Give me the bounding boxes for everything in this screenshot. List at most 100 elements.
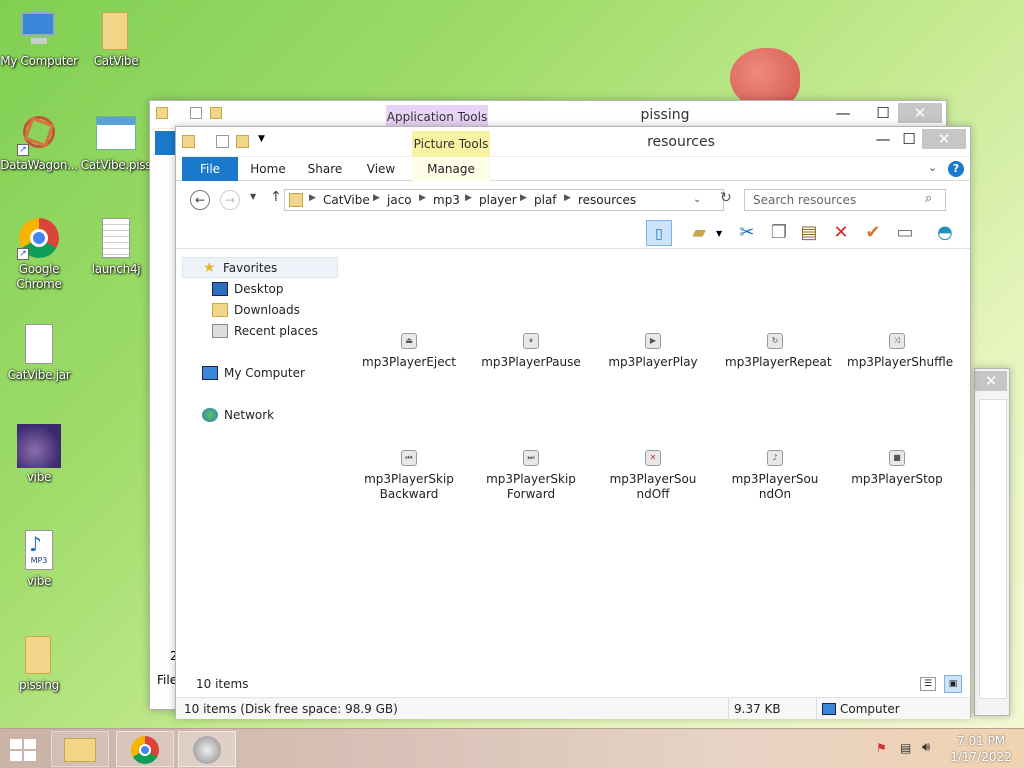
back-window-title: pissing — [640, 107, 690, 123]
file-item[interactable]: ⏸ mp3PlayerPause — [481, 333, 581, 370]
back-arrow-icon[interactable]: ← — [190, 190, 210, 210]
clock[interactable]: 7:01 PM 1/17/2022 — [946, 733, 1016, 765]
start-button[interactable] — [10, 739, 38, 761]
star-icon: ★ — [203, 260, 216, 276]
desktop-icon-vibe-mp3[interactable]: ♪ MP3 vibe — [0, 528, 78, 589]
nav-recent-places[interactable]: Recent places — [182, 321, 338, 342]
refresh-icon[interactable]: ↻ — [720, 190, 732, 206]
maximize-button[interactable]: ☐ — [892, 129, 926, 149]
desktop-icon-catvibe[interactable]: CatVibe — [77, 8, 155, 69]
breadcrumb-mp3[interactable]: mp3 — [433, 193, 460, 207]
desktop-icon-catvibe-jar[interactable]: CatVibe.jar — [0, 322, 78, 383]
search-input[interactable]: Search resources ⌕ — [744, 189, 946, 211]
nav-favorites[interactable]: ★ Favorites — [182, 257, 338, 278]
search-icon[interactable]: ⌕ — [925, 191, 932, 206]
my-computer-icon — [17, 8, 61, 52]
file-item[interactable]: ⏏ mp3PlayerEject — [359, 333, 459, 370]
stop-icon: ■ — [889, 450, 905, 466]
details-view-icon[interactable]: ☰ — [920, 677, 936, 691]
folder-options-icon[interactable]: ▰ — [686, 220, 712, 246]
network-tray-icon[interactable]: ▤ — [900, 741, 914, 755]
back-window-titlebar[interactable]: Application Tools pissing — ☐ ✕ — [150, 101, 946, 129]
tab-manage[interactable]: Manage — [412, 157, 490, 181]
item-count: 10 items — [196, 677, 249, 691]
breadcrumb-resources[interactable]: resources — [578, 193, 636, 207]
help-icon[interactable]: ? — [948, 161, 964, 177]
paste-icon[interactable]: ▤ — [796, 220, 822, 246]
tab-home[interactable]: Home — [242, 157, 294, 181]
breadcrumb-catvibe[interactable]: CatVibe — [323, 193, 370, 207]
desktop-icon-datawagon[interactable]: ↗ DataWagon... — [0, 109, 78, 173]
desktop-icon-catvibe-piss[interactable]: CatVibe.piss — [77, 112, 155, 173]
navigation-pane: ★ Favorites Desktop Downloads Recent pla… — [182, 257, 342, 657]
network-icon — [202, 408, 218, 422]
close-button[interactable]: ✕ — [975, 371, 1007, 391]
address-dropdown-icon[interactable]: ⌄ — [693, 194, 701, 205]
expand-ribbon-icon[interactable]: ⌄ — [928, 161, 937, 174]
nav-my-computer[interactable]: My Computer — [182, 363, 338, 384]
repeat-icon: ↻ — [767, 333, 783, 349]
forward-arrow-icon[interactable]: → — [220, 190, 240, 210]
copy-icon[interactable]: ❐ — [766, 220, 792, 246]
tab-view[interactable]: View — [356, 157, 406, 181]
minimize-button[interactable]: — — [826, 103, 860, 123]
up-arrow-icon[interactable]: ↑ — [270, 189, 282, 205]
close-button[interactable]: ✕ — [898, 103, 942, 123]
shell-icon[interactable]: ◓ — [932, 220, 958, 246]
file-item[interactable]: ■ mp3PlayerStop — [847, 450, 947, 487]
file-item[interactable]: ✕ mp3PlayerSoundOff — [603, 450, 703, 502]
picture-tools-tab[interactable]: Picture Tools — [412, 131, 490, 157]
action-center-icon[interactable]: ⚑ — [876, 741, 890, 755]
quick-access-dropdown-icon[interactable]: ▼ — [258, 134, 265, 144]
nav-desktop[interactable]: Desktop — [182, 279, 338, 300]
large-icons-view-icon[interactable]: ▣ — [944, 675, 962, 693]
folder-icon — [289, 193, 303, 207]
rename-icon[interactable]: ▭ — [892, 220, 918, 246]
preview-pane-icon[interactable]: ▯ — [646, 220, 672, 246]
close-button[interactable]: ✕ — [922, 129, 966, 149]
tab-share[interactable]: Share — [300, 157, 350, 181]
recent-locations-icon[interactable]: ▼ — [250, 192, 256, 201]
delete-icon[interactable]: ✕ — [828, 220, 854, 246]
shuffle-icon: ⤨ — [889, 333, 905, 349]
file-item[interactable]: ⤨ mp3PlayerShuffle — [847, 333, 953, 370]
properties-icon[interactable] — [190, 107, 202, 119]
nav-network[interactable]: Network — [182, 405, 338, 426]
options-dropdown-icon[interactable]: ▼ — [716, 229, 722, 238]
app-icon — [94, 112, 138, 156]
check-icon[interactable]: ✔ — [860, 220, 886, 246]
partial-window-right[interactable]: ✕ — [974, 368, 1010, 716]
cut-icon[interactable]: ✂ — [734, 220, 760, 246]
desktop-icon-my-computer[interactable]: My Computer — [0, 8, 78, 69]
file-item[interactable]: ⏭ mp3PlayerSkipForward — [481, 450, 581, 502]
new-folder-icon[interactable] — [210, 107, 222, 119]
file-item[interactable]: ♪ mp3PlayerSoundOn — [725, 450, 825, 502]
taskbar-file-explorer[interactable] — [51, 731, 109, 767]
desktop-icon-google-chrome[interactable]: ↗ Google Chrome — [0, 216, 78, 292]
maximize-button[interactable]: ☐ — [866, 103, 900, 123]
taskbar-audio-app[interactable] — [178, 731, 236, 767]
file-item[interactable]: ▶ mp3PlayerPlay — [603, 333, 703, 370]
breadcrumb-player[interactable]: player — [479, 193, 517, 207]
explorer-window[interactable]: ▼ Picture Tools resources — ☐ ✕ File Hom… — [175, 126, 971, 720]
volume-icon[interactable]: 🔊︎ — [922, 740, 936, 755]
mp3-icon: ♪ MP3 — [17, 528, 61, 572]
skip-backward-icon: ⏮ — [401, 450, 417, 466]
desktop-icon-launch4j[interactable]: launch4j — [77, 216, 155, 277]
nav-downloads[interactable]: Downloads — [182, 300, 338, 321]
desktop-icon-pissing[interactable]: pissing — [0, 632, 78, 693]
breadcrumb-jaco[interactable]: jaco — [387, 193, 412, 207]
new-folder-icon[interactable] — [236, 135, 249, 148]
file-item[interactable]: ⏮ mp3PlayerSkipBackward — [359, 450, 459, 502]
desktop-icon-vibe-image[interactable]: vibe — [0, 424, 78, 485]
my-computer-icon — [202, 366, 218, 380]
play-icon: ▶ — [645, 333, 661, 349]
window-titlebar[interactable]: ▼ Picture Tools resources — ☐ ✕ — [176, 127, 970, 157]
breadcrumb-plaf[interactable]: plaf — [534, 193, 557, 207]
address-bar[interactable]: ▶ CatVibe ▶ jaco ▶ mp3 ▶ player ▶ plaf ▶… — [284, 189, 724, 211]
file-item[interactable]: ↻ mp3PlayerRepeat — [725, 333, 832, 370]
tab-file[interactable]: File — [182, 157, 238, 181]
taskbar: ⚑ ▤ 🔊︎ 7:01 PM 1/17/2022 — [0, 728, 1024, 768]
properties-icon[interactable] — [216, 135, 229, 148]
taskbar-chrome[interactable] — [116, 731, 174, 767]
